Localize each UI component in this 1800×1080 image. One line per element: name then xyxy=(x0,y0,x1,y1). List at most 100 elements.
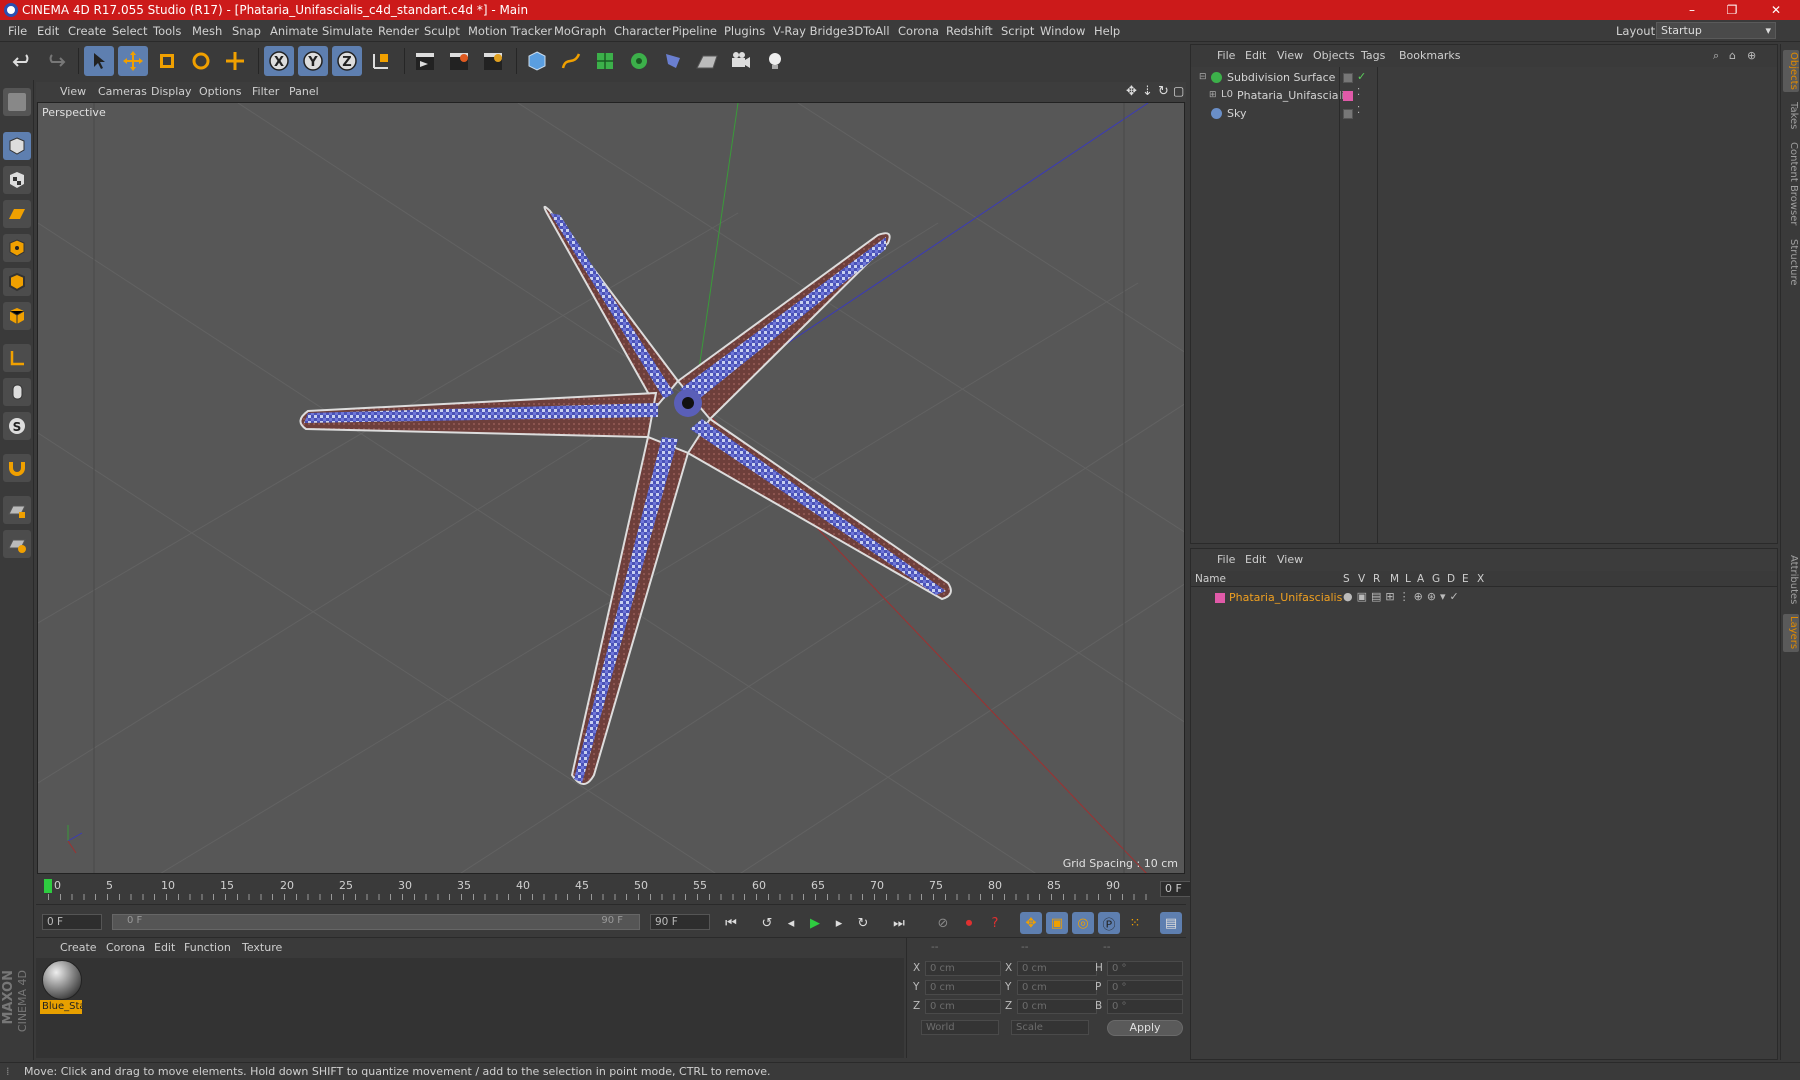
undo-button[interactable] xyxy=(8,46,38,76)
timeline-button[interactable]: ▤ xyxy=(1160,912,1182,934)
menu-edit[interactable]: Edit xyxy=(37,24,59,38)
viewport-menu-cameras[interactable]: Cameras xyxy=(98,85,147,98)
menu-mograph[interactable]: MoGraph xyxy=(554,24,606,38)
start-frame-field[interactable]: 0 F xyxy=(42,914,102,930)
layout-select[interactable]: Startup ▾ xyxy=(1656,22,1776,39)
coordinate-mode-select[interactable]: World xyxy=(921,1020,999,1035)
tab-attributes[interactable]: Attributes xyxy=(1783,552,1799,608)
menu-help[interactable]: Help xyxy=(1094,24,1120,38)
grid-lock-button[interactable] xyxy=(3,496,31,524)
object-row-subdivision-surface[interactable]: ⊟ Subdivision Surface ✓ xyxy=(1191,69,1777,87)
material-menu-texture[interactable]: Texture xyxy=(242,941,282,954)
axis-mode-button[interactable] xyxy=(3,344,31,372)
tab-structure[interactable]: Structure xyxy=(1783,234,1799,290)
menu-3dtoall[interactable]: 3DToAll xyxy=(847,24,890,38)
material-menu-corona[interactable]: Corona xyxy=(106,941,145,954)
next-frame-button[interactable]: ▸ xyxy=(828,912,850,934)
menu-sculpt[interactable]: Sculpt xyxy=(424,24,460,38)
layer-row[interactable]: Phataria_Unifascialis ●▣▤⊞⋮⊕⊛▾✓ xyxy=(1191,589,1777,607)
menu-plugins[interactable]: Plugins xyxy=(724,24,765,38)
tab-takes[interactable]: Takes xyxy=(1783,98,1799,134)
next-key-button[interactable]: ↻ xyxy=(852,912,874,934)
end-frame-field[interactable]: 90 F xyxy=(650,914,710,930)
material-swatch[interactable]: Blue_Sta xyxy=(38,958,86,1018)
deformer-button[interactable] xyxy=(658,46,688,76)
size-mode-select[interactable]: Scale xyxy=(1011,1020,1089,1035)
objects-menu-file[interactable]: File xyxy=(1217,49,1235,62)
model-mode-button[interactable] xyxy=(3,132,31,160)
key-parameter-button[interactable]: Ⓟ xyxy=(1098,912,1120,934)
grid-snap-button[interactable] xyxy=(3,530,31,558)
material-menu-edit[interactable]: Edit xyxy=(154,941,175,954)
cloner-button[interactable] xyxy=(624,46,654,76)
visibility-toggle[interactable] xyxy=(1343,109,1353,119)
tab-layers[interactable]: Layers xyxy=(1783,614,1799,652)
visibility-dots-icon[interactable]: ⁚ xyxy=(1357,87,1360,98)
rotation-h-field[interactable]: 0 ° xyxy=(1107,961,1183,976)
texture-mode-button[interactable] xyxy=(3,166,31,194)
tweak-mode-button[interactable] xyxy=(3,378,31,406)
viewport-rotate-icon[interactable]: ↻ xyxy=(1158,84,1169,99)
objects-menu-edit[interactable]: Edit xyxy=(1245,49,1266,62)
menu-redshift[interactable]: Redshift xyxy=(946,24,993,38)
previous-key-button[interactable]: ↺ xyxy=(756,912,778,934)
subdivision-surface-button[interactable] xyxy=(590,46,620,76)
position-x-field[interactable]: 0 cm xyxy=(925,961,1001,976)
polygons-mode-button[interactable] xyxy=(3,302,31,330)
timeline-ruler[interactable]: 0 5 10 15 20 25 30 35 40 45 50 55 60 65 … xyxy=(36,876,1220,904)
light-button[interactable] xyxy=(760,46,790,76)
tab-content-browser[interactable]: Content Browser xyxy=(1783,140,1799,228)
visibility-toggle[interactable] xyxy=(1343,73,1353,83)
snap-button[interactable]: S xyxy=(3,412,31,440)
edges-mode-button[interactable] xyxy=(3,268,31,296)
rotation-p-field[interactable]: 0 ° xyxy=(1107,980,1183,995)
keyframe-help-button[interactable]: ? xyxy=(984,912,1006,934)
menu-create[interactable]: Create xyxy=(68,24,106,38)
floor-button[interactable] xyxy=(692,46,722,76)
menu-corona[interactable]: Corona xyxy=(898,24,939,38)
minimize-button[interactable]: – xyxy=(1672,0,1712,20)
apply-button[interactable]: Apply xyxy=(1107,1020,1183,1036)
viewport-pan-icon[interactable]: ✥ xyxy=(1126,84,1137,99)
cube-object-button[interactable] xyxy=(522,46,552,76)
objects-menu-bookmarks[interactable]: Bookmarks xyxy=(1399,49,1460,62)
autokey-button[interactable]: ⏺ xyxy=(958,912,980,934)
viewport-menu-filter[interactable]: Filter xyxy=(252,85,279,98)
home-icon[interactable]: ⌂ xyxy=(1729,49,1736,62)
position-y-field[interactable]: 0 cm xyxy=(925,980,1001,995)
size-y-field[interactable]: 0 cm xyxy=(1017,980,1097,995)
previous-frame-button[interactable]: ◂ xyxy=(780,912,802,934)
record-keys-button[interactable]: ⊘ xyxy=(932,912,954,934)
live-selection-button[interactable] xyxy=(84,46,114,76)
layers-menu-edit[interactable]: Edit xyxy=(1245,553,1266,566)
menu-mesh[interactable]: Mesh xyxy=(192,24,222,38)
menu-select[interactable]: Select xyxy=(112,24,147,38)
playhead-marker[interactable] xyxy=(44,879,52,893)
tab-objects[interactable]: Objects xyxy=(1783,50,1799,92)
coordinate-system-button[interactable] xyxy=(366,46,396,76)
key-scale-button[interactable]: ▣ xyxy=(1046,912,1068,934)
objects-menu-view[interactable]: View xyxy=(1277,49,1303,62)
menu-script[interactable]: Script xyxy=(1001,24,1034,38)
layer-color-swatch[interactable] xyxy=(1343,91,1353,101)
play-button[interactable]: ▶ xyxy=(804,912,826,934)
object-row-phataria[interactable]: ⊞ L0 Phataria_Unifascialis ⁚ xyxy=(1191,87,1777,105)
menu-animate[interactable]: Animate xyxy=(270,24,318,38)
position-z-field[interactable]: 0 cm xyxy=(925,999,1001,1014)
render-settings-button[interactable] xyxy=(478,46,508,76)
menu-character[interactable]: Character xyxy=(614,24,671,38)
material-menu-function[interactable]: Function xyxy=(184,941,231,954)
move-tool-button[interactable] xyxy=(118,46,148,76)
menu-pipeline[interactable]: Pipeline xyxy=(672,24,717,38)
key-position-button[interactable]: ✥ xyxy=(1020,912,1042,934)
starfish-model[interactable] xyxy=(299,205,952,785)
size-z-field[interactable]: 0 cm xyxy=(1017,999,1097,1014)
rotation-b-field[interactable]: 0 ° xyxy=(1107,999,1183,1014)
scale-tool-button[interactable] xyxy=(152,46,182,76)
viewport-menu-display[interactable]: Display xyxy=(151,85,192,98)
material-menu-create[interactable]: Create xyxy=(60,941,97,954)
spline-pen-button[interactable] xyxy=(556,46,586,76)
expand-icon[interactable]: ⊞ xyxy=(1209,90,1217,100)
make-editable-button[interactable] xyxy=(3,88,31,116)
go-to-start-button[interactable]: ⏮ xyxy=(720,912,742,934)
